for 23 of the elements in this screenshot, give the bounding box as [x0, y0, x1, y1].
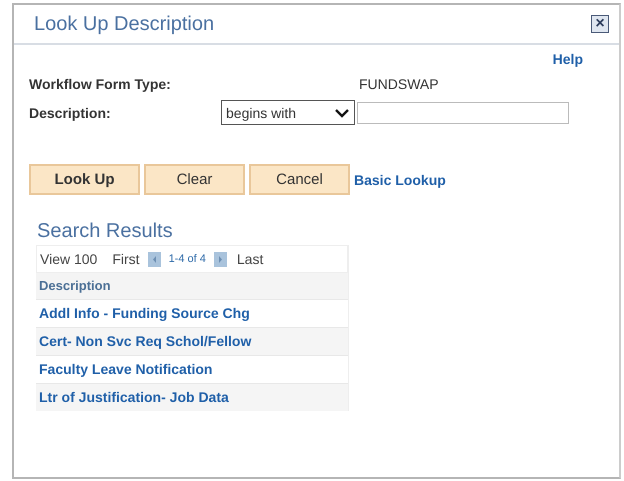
result-link[interactable]: Cert- Non Svc Req Schol/Fellow [36, 327, 348, 355]
first-link[interactable]: First [112, 251, 140, 267]
section-heading: Search Results [37, 220, 174, 243]
action-button[interactable]: Cancel [249, 164, 350, 195]
last-link[interactable]: Last [236, 251, 264, 267]
field-label: Workflow Form Type: [29, 76, 172, 92]
action-button[interactable]: Clear [144, 164, 245, 195]
help-link[interactable]: Help [552, 51, 583, 69]
operator-dropdown[interactable]: begins with [221, 100, 355, 125]
page-range: 1-4 of 4 [168, 253, 206, 265]
chevron-down-icon [334, 108, 350, 118]
previous-icon[interactable] [148, 252, 161, 266]
result-link[interactable]: Ltr of Justification- Job Data [36, 383, 348, 411]
view-all-link[interactable]: View 100 [40, 251, 98, 267]
description-input[interactable] [357, 102, 569, 124]
close-button[interactable]: × [591, 15, 609, 33]
basic-lookup-link[interactable]: Basic Lookup [354, 172, 446, 188]
column-header: Description [36, 273, 348, 299]
field-value: FUNDSWAP [359, 76, 439, 92]
next-icon[interactable] [214, 252, 227, 266]
window-title: Look Up Description [34, 12, 214, 36]
action-button[interactable]: Look Up [29, 164, 140, 195]
field-label: Description: [29, 104, 112, 120]
